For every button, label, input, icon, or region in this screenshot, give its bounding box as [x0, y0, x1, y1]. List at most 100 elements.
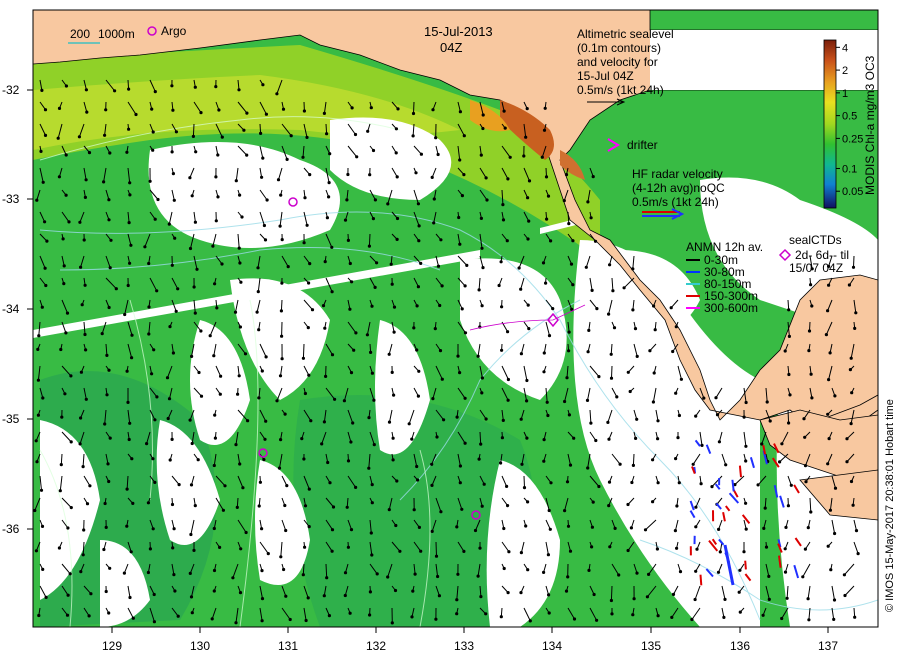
- velocity-arrow-head: [789, 483, 793, 487]
- sealevel-legend-line: Altimetric sealevel: [577, 27, 674, 41]
- velocity-arrow-head: [387, 508, 391, 512]
- velocity-arrow-head: [417, 369, 421, 373]
- velocity-arrow-head: [33, 508, 37, 513]
- velocity-arrow-head: [197, 370, 201, 375]
- velocity-arrow-head: [326, 460, 330, 465]
- velocity-arrow-head: [168, 458, 172, 462]
- velocity-arrow-head: [370, 371, 374, 375]
- velocity-arrow-head: [827, 437, 831, 441]
- velocity-arrow-head: [104, 589, 108, 594]
- velocity-arrow-head: [460, 194, 464, 198]
- velocity-arrow-head: [673, 529, 678, 533]
- velocity-arrow-head: [462, 549, 466, 554]
- velocity-arrow-head: [810, 304, 814, 308]
- velocity-arrow-head: [167, 222, 171, 226]
- velocity-arrow-head: [506, 504, 510, 508]
- velocity-arrow-head: [410, 437, 414, 441]
- velocity-arrow-head: [622, 286, 626, 290]
- velocity-arrow-head: [407, 422, 411, 426]
- velocity-arrow-head: [213, 282, 217, 286]
- velocity-arrow-head: [500, 436, 504, 440]
- velocity-arrow-head: [592, 592, 596, 597]
- velocity-arrow-head: [695, 547, 699, 551]
- velocity-arrow-head: [309, 419, 313, 423]
- velocity-arrow-head: [307, 373, 311, 377]
- velocity-arrow-head: [170, 150, 174, 154]
- velocity-arrow-head: [176, 287, 180, 291]
- velocity-arrow-head: [88, 484, 92, 488]
- velocity-arrow-head: [803, 435, 807, 439]
- velocity-arrow: [853, 255, 855, 268]
- velocity-arrow-head: [288, 617, 292, 622]
- velocity-arrow-head: [322, 594, 326, 598]
- velocity-arrow-head: [678, 570, 683, 574]
- velocity-arrow-head: [546, 553, 551, 557]
- x-tick-label: 131: [278, 639, 298, 653]
- velocity-arrow-head: [114, 287, 118, 291]
- velocity-arrow-head: [500, 348, 504, 352]
- velocity-arrow-head: [77, 135, 81, 139]
- y-tick-label: -35: [2, 412, 20, 426]
- velocity-arrow-head: [104, 108, 108, 112]
- velocity-arrow-head: [369, 350, 373, 354]
- velocity-arrow-head: [613, 526, 617, 531]
- velocity-arrow-head: [108, 436, 112, 440]
- velocity-arrow-head: [371, 148, 376, 153]
- velocity-arrow-head: [43, 133, 48, 137]
- velocity-arrow-head: [147, 261, 151, 266]
- velocity-arrow-head: [193, 504, 197, 508]
- velocity-arrow-head: [108, 151, 112, 155]
- velocity-arrow-head: [346, 172, 350, 177]
- velocity-arrow-head: [484, 612, 488, 616]
- velocity-arrow-head: [39, 149, 43, 153]
- velocity-arrow-head: [416, 202, 420, 206]
- velocity-arrow-head: [208, 334, 212, 338]
- velocity-arrow-head: [542, 459, 546, 463]
- velocity-arrow-head: [220, 135, 224, 139]
- velocity-arrow-head: [328, 481, 332, 485]
- velocity-arrow-head: [564, 589, 569, 593]
- velocity-arrow-head: [481, 266, 485, 270]
- velocity-arrow-head: [218, 545, 222, 550]
- velocity-arrow-head: [572, 617, 577, 621]
- velocity-arrow-head: [150, 107, 154, 111]
- velocity-arrow-head: [411, 111, 416, 116]
- velocity-arrow-head: [390, 282, 394, 286]
- velocity-arrow-head: [146, 570, 150, 575]
- velocity-arrow-head: [764, 545, 769, 549]
- velocity-arrow-head: [433, 327, 437, 331]
- velocity-arrow-head: [236, 392, 240, 396]
- velocity-arrow-head: [788, 393, 792, 397]
- velocity-arrow-head: [122, 571, 126, 575]
- y-tick-label: -36: [2, 522, 20, 536]
- velocity-arrow-head: [500, 305, 504, 309]
- velocity-arrow-head: [677, 413, 682, 418]
- velocity-arrow-head: [307, 487, 311, 491]
- velocity-arrow-head: [484, 176, 488, 180]
- x-tick-label: 136: [730, 639, 750, 653]
- velocity-arrow-head: [463, 396, 467, 400]
- velocity-arrow-head: [151, 457, 155, 461]
- velocity-arrow-head: [330, 528, 335, 532]
- velocity-arrow-head: [439, 238, 443, 242]
- velocity-arrow-head: [679, 377, 684, 381]
- velocity-arrow-head: [478, 546, 482, 550]
- velocity-arrow-head: [346, 545, 350, 549]
- velocity-arrow-head: [130, 333, 134, 337]
- velocity-arrow-head: [372, 443, 376, 447]
- velocity-arrow-head: [416, 394, 420, 398]
- velocity-arrow-head: [305, 135, 309, 139]
- x-tick-label: 135: [641, 639, 661, 653]
- velocity-arrow-head: [595, 307, 599, 311]
- velocity-arrow-head: [345, 198, 349, 202]
- velocity-arrow-head: [853, 615, 857, 619]
- velocity-arrow-head: [220, 262, 224, 266]
- velocity-arrow-head: [214, 175, 218, 179]
- velocity-arrow-head: [64, 331, 68, 335]
- velocity-arrow-head: [62, 264, 66, 268]
- velocity-arrow-head: [826, 544, 830, 548]
- velocity-arrow-head: [307, 525, 311, 529]
- velocity-arrow-head: [785, 596, 789, 600]
- map-plot-area: [33, 10, 878, 627]
- velocity-arrow-head: [280, 281, 284, 285]
